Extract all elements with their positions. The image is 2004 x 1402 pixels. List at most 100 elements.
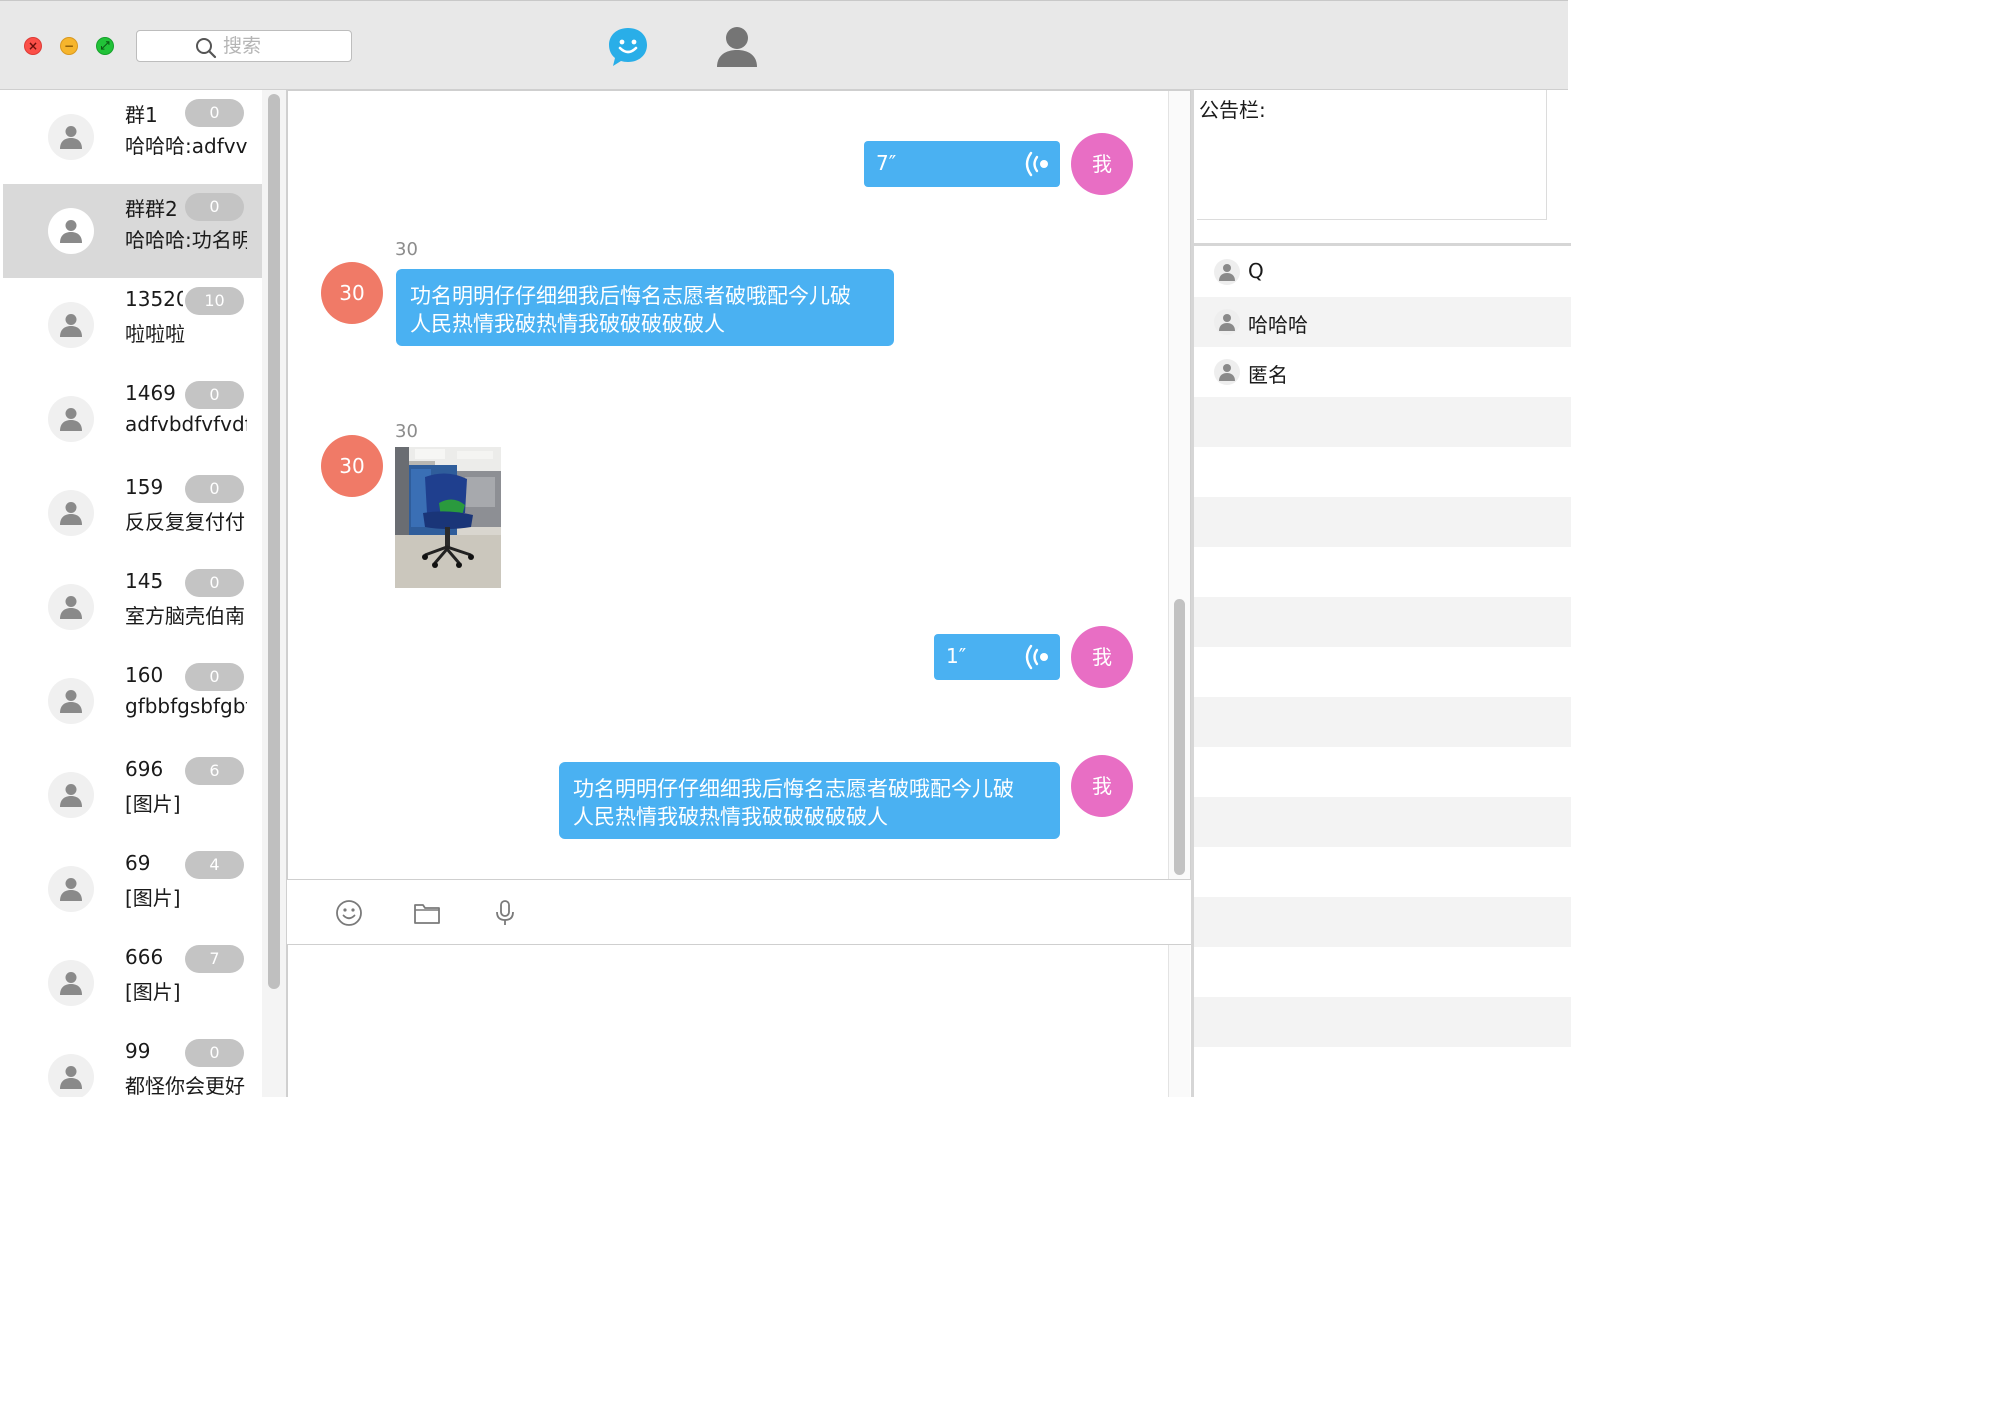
unread-badge: 0 [185, 381, 244, 409]
voice-waves-icon [1025, 644, 1048, 670]
avatar [48, 584, 94, 630]
emoji-button[interactable] [334, 898, 364, 928]
input-toolbar [287, 880, 1191, 945]
person-icon [60, 784, 82, 807]
conversation-item[interactable]: 69 4 [图片] [3, 842, 262, 936]
member-row-bg [1194, 897, 1571, 947]
image-message[interactable] [395, 447, 501, 588]
conversation-item[interactable]: 696 6 [图片] [3, 748, 262, 842]
member-row-bg [1194, 397, 1571, 447]
contacts-tab[interactable] [714, 23, 760, 69]
avatar [48, 396, 94, 442]
conversation-item[interactable]: 群群2 0 哈哈哈:功名明 [3, 184, 262, 278]
microphone-icon [496, 900, 514, 925]
conversation-list-scrollbar[interactable] [262, 90, 287, 1097]
member-item[interactable]: Q [1194, 247, 1571, 297]
search-icon [196, 38, 217, 59]
person-icon [60, 314, 82, 337]
member-row-bg [1194, 447, 1571, 497]
conversation-item[interactable]: 群1 0 哈哈哈:adfvv [3, 90, 262, 184]
conversation-item[interactable]: 1469 0 adfvbdfvfvdf [3, 372, 262, 466]
conversation-preview: [图片] [125, 792, 181, 816]
member-list: Q 哈哈哈 匿名 [1194, 247, 1571, 1097]
sender-name: 30 [395, 239, 418, 260]
person-icon [60, 596, 82, 619]
person-icon [60, 1066, 82, 1089]
scrollbar-thumb[interactable] [1174, 599, 1185, 875]
my-avatar[interactable]: 我 [1071, 755, 1133, 817]
person-icon [60, 972, 82, 995]
conversation-item[interactable]: 145 0 室方脑壳伯南 [3, 560, 262, 654]
conversation-item[interactable]: 13520 10 啦啦啦 [3, 278, 262, 372]
conversation-name: 696 [125, 757, 164, 781]
person-icon [717, 27, 757, 67]
unread-badge: 6 [185, 757, 244, 785]
conversation-item[interactable]: 99 0 都怪你会更好 [3, 1030, 262, 1097]
input-scrollbar[interactable] [1168, 945, 1190, 1097]
person-icon [60, 126, 82, 149]
avatar [48, 772, 94, 818]
conversation-item[interactable]: 159 0 反反复复付付 [3, 466, 262, 560]
person-icon [60, 878, 82, 901]
conversation-name: 13520 [125, 287, 183, 311]
my-avatar[interactable]: 我 [1071, 133, 1133, 195]
close-icon: × [27, 39, 39, 53]
conversation-preview: 哈哈哈:adfvv [125, 134, 247, 158]
member-row-bg [1194, 697, 1571, 747]
avatar [48, 866, 94, 912]
conversation-name: 99 [125, 1039, 151, 1063]
voice-message[interactable]: 7″ [864, 141, 1060, 187]
scrollbar-thumb[interactable] [268, 94, 280, 989]
conversation-item[interactable]: 160 0 gfbbfgsbfgbf [3, 654, 262, 748]
zoom-window-button[interactable]: ⤢ [96, 37, 114, 55]
unread-badge: 7 [185, 945, 244, 973]
member-row-bg [1194, 997, 1571, 1047]
voice-record-button[interactable] [490, 898, 520, 928]
person-icon [60, 408, 82, 431]
search-input[interactable] [223, 34, 343, 58]
chat-tab[interactable] [606, 25, 650, 69]
conversation-preview: adfvbdfvfvdf [125, 412, 247, 436]
unread-badge: 0 [185, 663, 244, 691]
sender-avatar[interactable]: 30 [321, 435, 383, 497]
message-scrollbar[interactable] [1168, 91, 1190, 879]
group-info-panel: 公告栏: Q 哈哈哈 匿名 [1191, 90, 1571, 1097]
avatar [48, 302, 94, 348]
member-row-bg [1194, 847, 1571, 897]
search-box[interactable] [136, 30, 352, 62]
person-icon [60, 220, 82, 243]
conversation-name: 69 [125, 851, 151, 875]
conversation-item[interactable]: 666 7 [图片] [3, 936, 262, 1030]
office-chair-photo [395, 447, 501, 588]
avatar [48, 960, 94, 1006]
conversation-name: 群群2 [125, 197, 178, 221]
unread-badge: 10 [185, 287, 244, 315]
smiley-face-icon [336, 900, 362, 926]
member-item[interactable]: 匿名 [1194, 347, 1571, 397]
avatar [48, 114, 94, 160]
unread-badge: 4 [185, 851, 244, 879]
text-message-bubble[interactable]: 功名明明仔仔细细我后悔名志愿者破哦配今儿破 人民热情我破热情我破破破破破人 [559, 762, 1060, 839]
avatar [48, 1054, 94, 1097]
member-item[interactable]: 哈哈哈 [1194, 297, 1571, 347]
voice-duration: 7″ [876, 151, 897, 175]
text-message-bubble[interactable]: 功名明明仔仔细细我后悔名志愿者破哦配今儿破 人民热情我破热情我破破破破破人 [396, 269, 894, 346]
minimize-window-button[interactable]: − [60, 37, 78, 55]
member-row-bg [1194, 1047, 1571, 1097]
unread-badge: 0 [185, 1039, 244, 1067]
message-input[interactable] [294, 949, 1164, 1093]
member-row-bg [1194, 797, 1571, 847]
send-file-button[interactable] [412, 898, 442, 928]
voice-message[interactable]: 1″ [934, 634, 1060, 680]
folder-icon [414, 904, 440, 924]
close-window-button[interactable]: × [24, 37, 42, 55]
sender-avatar[interactable]: 30 [321, 262, 383, 324]
chat-smiley-icon [609, 28, 647, 66]
message-text-line: 人民热情我破热情我破破破破破人 [410, 312, 725, 336]
announcement-board[interactable]: 公告栏: [1197, 90, 1547, 220]
unread-badge: 0 [185, 193, 244, 221]
conversation-name: 666 [125, 945, 164, 969]
conversation-name: 145 [125, 569, 164, 593]
avatar [48, 208, 94, 254]
my-avatar[interactable]: 我 [1071, 626, 1133, 688]
